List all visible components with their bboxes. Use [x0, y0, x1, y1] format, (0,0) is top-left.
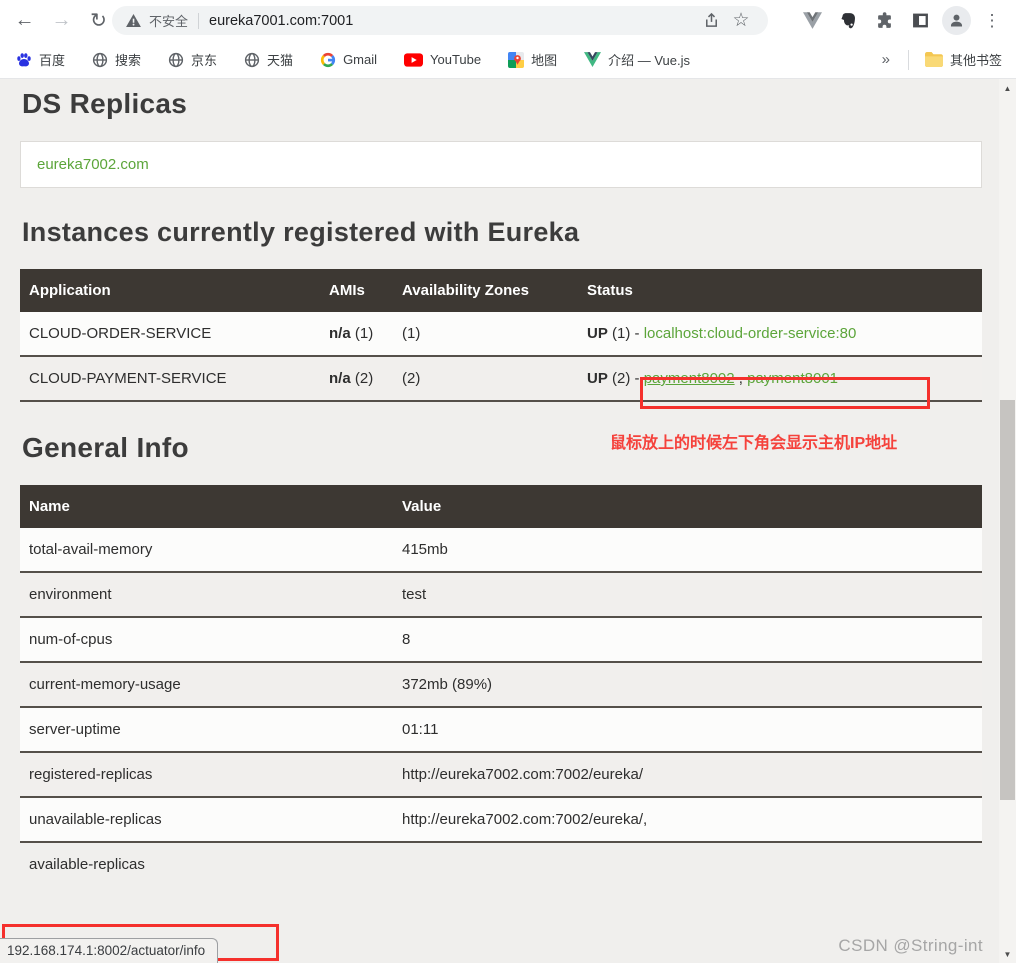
info-name: server-uptime: [20, 707, 393, 753]
info-name: environment: [20, 572, 393, 618]
bookmark-maps[interactable]: 地图: [508, 50, 557, 69]
scrollbar-up-arrow[interactable]: ▲: [999, 81, 1016, 95]
table-row: unavailable-replicas http://eureka7002.c…: [20, 797, 982, 843]
replica-link[interactable]: eureka7002.com: [37, 156, 149, 173]
link-target-status-bubble: 192.168.174.1:8002/actuator/info: [0, 938, 219, 963]
youtube-icon: [404, 52, 424, 67]
info-value: 01:11: [393, 707, 982, 753]
globe-icon: [92, 52, 108, 68]
instance-link-payment8001[interactable]: payment8001: [747, 370, 838, 387]
zones-cell: (1): [393, 312, 578, 357]
info-value: 415mb: [393, 528, 982, 573]
eureka-dashboard-page: DS Replicas eureka7002.com Instances cur…: [0, 80, 999, 963]
bookmarks-bar: 百度 搜索 京东 天猫 Gmail YouTube 地图 介绍 — Vue.js…: [0, 41, 1016, 79]
address-bar[interactable]: 不安全 eureka7001.com:7001 ☆: [112, 6, 768, 35]
info-value: [393, 842, 982, 886]
general-info-table: Name Value total-avail-memory 415mb envi…: [20, 485, 982, 886]
address-separator: [198, 12, 200, 29]
side-panel-icon[interactable]: [902, 3, 938, 38]
baidu-paw-icon: [16, 52, 32, 68]
info-name: current-memory-usage: [20, 662, 393, 708]
bookmark-star-icon[interactable]: ☆: [726, 7, 756, 35]
ds-replicas-title: DS Replicas: [22, 88, 188, 119]
amis-cell: n/a (2): [320, 356, 393, 402]
url-text[interactable]: eureka7001.com:7001: [209, 13, 353, 29]
bookmark-gmail[interactable]: Gmail: [320, 52, 377, 68]
status-cell: UP (2) - payment8002 , payment8001: [578, 356, 982, 402]
table-row: num-of-cpus 8: [20, 617, 982, 663]
col-header-status: Status: [578, 269, 982, 312]
info-name: registered-replicas: [20, 752, 393, 798]
globe-icon: [168, 52, 184, 68]
info-name: available-replicas: [29, 856, 145, 873]
bookmarks-overflow-chevron[interactable]: »: [882, 51, 890, 68]
instances-table: Application AMIs Availability Zones Stat…: [20, 269, 982, 402]
amis-cell: n/a (1): [320, 312, 393, 357]
bookmark-vuejs[interactable]: 介绍 — Vue.js: [584, 50, 690, 69]
browser-menu-icon[interactable]: ⋮: [974, 3, 1010, 38]
col-header-value: Value: [393, 485, 982, 528]
col-header-amis: AMIs: [320, 269, 393, 312]
table-row: current-memory-usage 372mb (89%): [20, 662, 982, 708]
security-label: 不安全: [149, 14, 189, 29]
scrollbar-down-arrow[interactable]: ▼: [999, 947, 1016, 961]
bookmark-jingdong[interactable]: 京东: [168, 50, 217, 69]
vue-icon: [584, 52, 602, 67]
info-value: test: [393, 572, 982, 618]
application-cell: CLOUD-ORDER-SERVICE: [20, 312, 320, 357]
bookmark-tmall[interactable]: 天猫: [244, 50, 293, 69]
other-bookmarks-button[interactable]: 其他书签: [924, 50, 1002, 69]
share-icon[interactable]: [696, 7, 726, 35]
vue-devtools-icon[interactable]: [794, 3, 830, 38]
table-row: CLOUD-ORDER-SERVICE n/a (1) (1) UP (1) -…: [20, 312, 982, 357]
table-row: CLOUD-PAYMENT-SERVICE n/a (2) (2) UP (2)…: [20, 356, 982, 402]
back-button[interactable]: ←: [6, 3, 43, 38]
info-value: 8: [393, 617, 982, 663]
status-cell: UP (1) - localhost:cloud-order-service:8…: [578, 312, 982, 357]
info-value: 372mb (89%): [393, 662, 982, 708]
instances-title: Instances currently registered with Eure…: [22, 217, 580, 247]
annotation-text: 鼠标放上的时候左下角会显示主机IP地址: [610, 435, 898, 452]
table-row: server-uptime 01:11: [20, 707, 982, 753]
instance-link[interactable]: localhost:cloud-order-service:80: [644, 325, 857, 342]
vertical-scrollbar[interactable]: ▲ ▼: [999, 79, 1016, 963]
csdn-watermark: CSDN @String-int: [838, 936, 983, 955]
ds-replicas-box: eureka7002.com: [20, 141, 982, 188]
bookmark-youtube[interactable]: YouTube: [404, 52, 481, 67]
forward-button[interactable]: →: [43, 3, 80, 38]
extensions-puzzle-icon[interactable]: [866, 3, 902, 38]
folder-icon: [924, 52, 943, 67]
evernote-icon[interactable]: [830, 3, 866, 38]
info-value: http://eureka7002.com:7002/eureka/: [393, 752, 982, 798]
table-row: available-replicas: [20, 842, 982, 886]
google-maps-icon: [508, 51, 525, 68]
zones-cell: (2): [393, 356, 578, 402]
info-name: unavailable-replicas: [20, 797, 393, 843]
bookmark-sousuo[interactable]: 搜索: [92, 50, 141, 69]
table-row: registered-replicas http://eureka7002.co…: [20, 752, 982, 798]
application-cell: CLOUD-PAYMENT-SERVICE: [20, 356, 320, 402]
not-secure-warning-icon: [126, 14, 141, 27]
col-header-application: Application: [20, 269, 320, 312]
instance-link-payment8002[interactable]: payment8002: [644, 370, 735, 387]
globe-icon: [244, 52, 260, 68]
browser-toolbar: ← → ↻ 不安全 eureka7001.com:7001 ☆ ⋮: [0, 0, 1016, 41]
table-row: environment test: [20, 572, 982, 618]
info-name: num-of-cpus: [20, 617, 393, 663]
info-name: total-avail-memory: [20, 528, 393, 573]
profile-avatar[interactable]: [938, 3, 974, 38]
bookmarks-divider: [907, 49, 909, 70]
col-header-name: Name: [20, 485, 393, 528]
bookmark-baidu[interactable]: 百度: [16, 50, 65, 69]
table-row: total-avail-memory 415mb: [20, 528, 982, 573]
scrollbar-thumb[interactable]: [1000, 400, 1015, 800]
info-value: http://eureka7002.com:7002/eureka/,: [393, 797, 982, 843]
col-header-availability-zones: Availability Zones: [393, 269, 578, 312]
google-g-icon: [320, 52, 336, 68]
